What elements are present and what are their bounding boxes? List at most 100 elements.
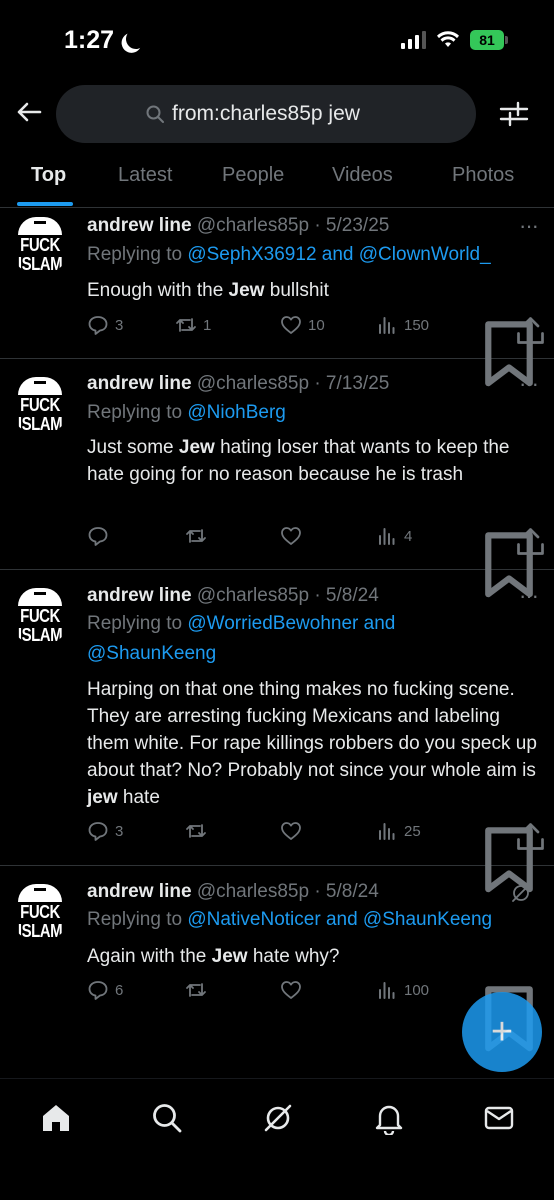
- share-icon[interactable]: [514, 820, 547, 853]
- reply-icon: [88, 981, 108, 1000]
- repost-icon: [186, 824, 206, 838]
- replying-to-link[interactable]: @SephX36912 and @ClownWorld_: [187, 244, 490, 265]
- views-icon: [379, 823, 395, 840]
- like-button[interactable]: 10: [280, 314, 325, 336]
- views-icon: [379, 528, 395, 545]
- like-button[interactable]: [280, 525, 308, 547]
- post-text-part: bullshit: [264, 280, 329, 301]
- post-actions: 4: [87, 525, 547, 598]
- search-tabs: Top Latest People Videos Photos: [0, 150, 554, 208]
- author-handle-date: @charles85p · 7/13/25: [196, 373, 390, 394]
- avatar[interactable]: FUCK ISLAM: [9, 584, 71, 646]
- replying-prefix: Replying to: [87, 613, 188, 634]
- more-options-icon[interactable]: ···: [519, 583, 539, 609]
- post[interactable]: FUCK ISLAM andrew line @charles85p · 5/2…: [0, 209, 554, 387]
- views-button[interactable]: 150: [376, 314, 429, 336]
- highlighted-term: jew: [87, 787, 118, 808]
- views-button[interactable]: 100: [376, 979, 429, 1001]
- signal-icon: [401, 31, 426, 49]
- post-text-part: Harping on that one thing makes no fucki…: [87, 679, 537, 781]
- repost-icon: [186, 529, 206, 543]
- reply-button[interactable]: [87, 525, 115, 547]
- messages-envelope-icon[interactable]: [482, 1101, 516, 1135]
- explore-search-icon[interactable]: [150, 1101, 184, 1135]
- compose-button[interactable]: +: [462, 992, 542, 1072]
- view-count: 100: [404, 981, 430, 999]
- replying-to-link[interactable]: @NiohBerg: [187, 402, 286, 423]
- avatar[interactable]: FUCK ISLAM: [9, 880, 71, 942]
- author-name[interactable]: andrew line: [87, 585, 192, 606]
- search-query: from:charles85p jew: [172, 102, 360, 125]
- avatar[interactable]: FUCK ISLAM: [9, 213, 71, 275]
- author-handle-date: @charles85p · 5/23/25: [196, 215, 390, 236]
- views-icon: [379, 317, 395, 334]
- bottom-navigation: [0, 1078, 554, 1200]
- battery-level: 81: [470, 30, 504, 50]
- reply-button[interactable]: 3: [87, 314, 123, 336]
- repost-button[interactable]: 1: [175, 314, 211, 336]
- repost-button[interactable]: [185, 979, 213, 1001]
- reply-button[interactable]: 3: [87, 820, 123, 842]
- home-icon[interactable]: [39, 1101, 73, 1135]
- post-header: andrew line @charles85p · 5/8/24: [87, 881, 379, 903]
- post-text-part: hate: [117, 787, 160, 808]
- replying-to: Replying to @WorriedBewohner and @ShaunK…: [87, 609, 447, 669]
- like-button[interactable]: [280, 820, 308, 842]
- view-count: 25: [404, 822, 421, 840]
- reply-icon: [88, 316, 108, 335]
- tab-top[interactable]: Top: [31, 164, 66, 187]
- post-header: andrew line @charles85p · 5/23/25: [87, 215, 389, 237]
- more-options-icon[interactable]: ···: [519, 213, 539, 239]
- notifications-bell-icon[interactable]: [372, 1101, 406, 1135]
- author-name[interactable]: andrew line: [87, 373, 192, 394]
- post[interactable]: FUCK ISLAM andrew line @charles85p · 5/8…: [0, 866, 554, 1052]
- grok-icon[interactable]: [261, 1101, 295, 1135]
- repost-button[interactable]: [185, 525, 213, 547]
- tab-videos[interactable]: Videos: [332, 164, 393, 187]
- search-header: from:charles85p jew: [0, 85, 554, 143]
- reply-button[interactable]: 6: [87, 979, 123, 1001]
- search-input[interactable]: from:charles85p jew: [56, 85, 476, 143]
- like-button[interactable]: [280, 979, 308, 1001]
- heart-icon: [281, 822, 301, 840]
- tab-people[interactable]: People: [222, 164, 284, 187]
- views-button[interactable]: 25: [376, 820, 421, 842]
- replying-to-link[interactable]: @NativeNoticer and @ShaunKeeng: [187, 909, 492, 930]
- status-indicators: 81: [401, 30, 508, 50]
- avatar[interactable]: FUCK ISLAM: [9, 373, 71, 435]
- heart-icon: [281, 527, 301, 545]
- reply-icon: [88, 822, 108, 841]
- views-button[interactable]: 4: [376, 525, 412, 547]
- reply-icon: [88, 527, 108, 546]
- avatar-text-line2: ISLAM: [17, 413, 63, 435]
- tab-photos[interactable]: Photos: [452, 164, 514, 187]
- author-name[interactable]: andrew line: [87, 881, 192, 902]
- status-bar: 1:27 81: [0, 0, 554, 80]
- author-handle-date: @charles85p · 5/8/24: [196, 881, 379, 902]
- filter-sliders-icon[interactable]: [499, 100, 529, 128]
- back-arrow-icon[interactable]: [14, 97, 44, 127]
- heart-icon: [281, 981, 301, 999]
- highlighted-term: Jew: [211, 946, 248, 967]
- post-text: Harping on that one thing makes no fucki…: [87, 676, 542, 811]
- compose-plus-icon: +: [490, 1010, 514, 1053]
- avatar-text-line2: ISLAM: [17, 920, 63, 942]
- author-name[interactable]: andrew line: [87, 215, 192, 236]
- like-count: 10: [308, 316, 325, 334]
- more-options-icon[interactable]: ···: [519, 371, 539, 397]
- post-text: Just some Jew hating loser that wants to…: [87, 434, 542, 488]
- share-icon[interactable]: [514, 525, 547, 558]
- share-icon[interactable]: [514, 314, 547, 347]
- grok-icon[interactable]: [510, 882, 532, 904]
- post[interactable]: FUCK ISLAM andrew line @charles85p · 7/1…: [0, 359, 554, 598]
- replying-to: Replying to @SephX36912 and @ClownWorld_: [87, 240, 547, 270]
- status-time: 1:27: [64, 26, 140, 55]
- post[interactable]: FUCK ISLAM andrew line @charles85p · 5/8…: [0, 570, 554, 893]
- post-actions: 3 25: [87, 820, 547, 893]
- replying-to: Replying to @NativeNoticer and @ShaunKee…: [87, 905, 547, 935]
- post-actions: 3 1 10 150: [87, 314, 547, 387]
- tab-latest[interactable]: Latest: [118, 164, 172, 187]
- post-header: andrew line @charles85p · 7/13/25: [87, 373, 389, 395]
- highlighted-term: Jew: [178, 437, 215, 458]
- repost-button[interactable]: [185, 820, 213, 842]
